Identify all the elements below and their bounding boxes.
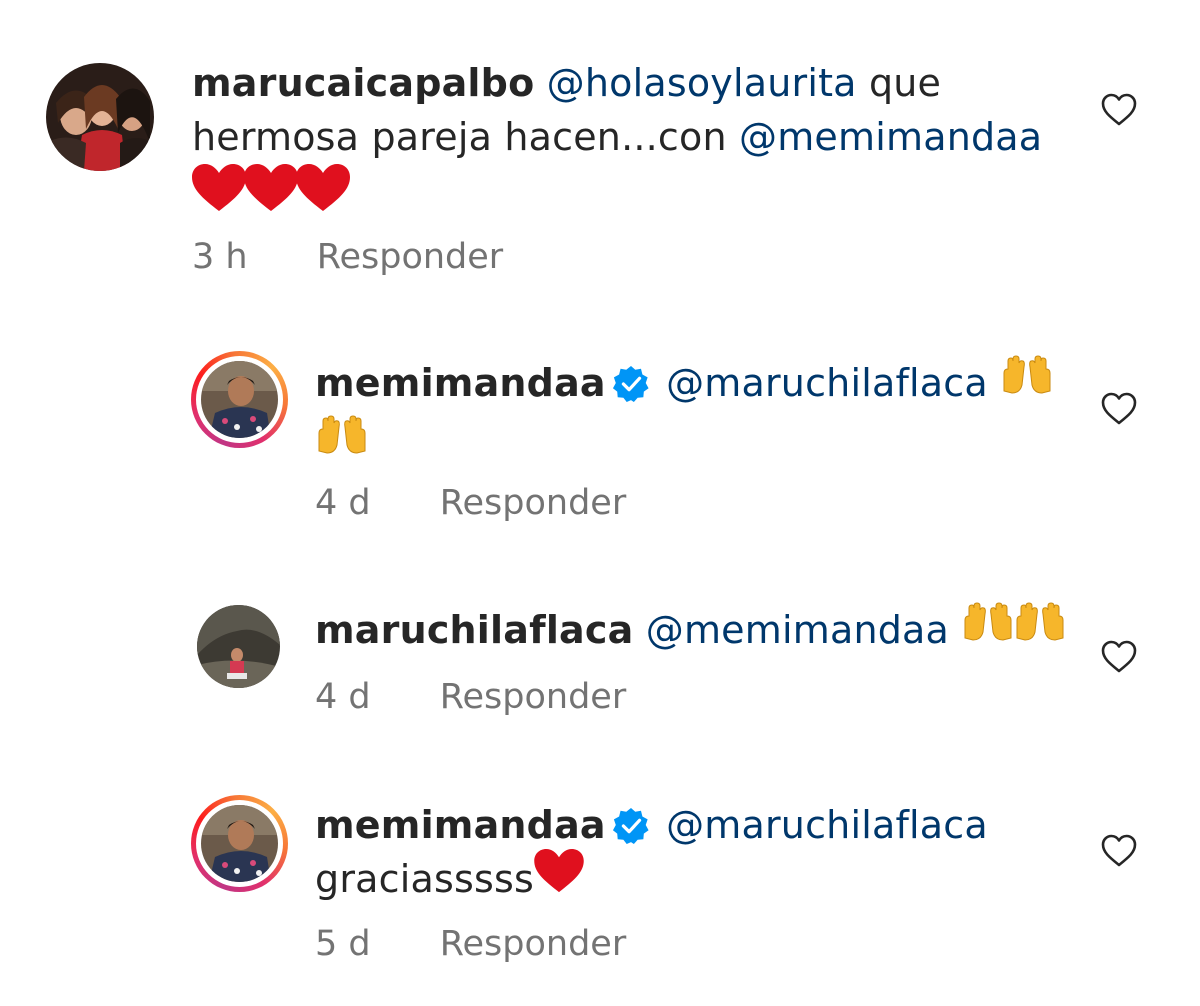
reply-button[interactable]: Responder [440,924,626,964]
verified-badge-icon [612,805,650,844]
timestamp: 3 h [192,237,248,277]
mention-link[interactable]: @holasoylaurita [547,61,857,105]
raised-hands-emoji [961,601,1065,656]
heart-emoji [192,164,352,228]
comment-meta: 3 h Responder [192,237,503,277]
mention-link[interactable]: @maruchilaflaca [666,803,988,847]
raised-hands-emoji [1000,354,1054,409]
timestamp: 5 d [315,924,371,964]
username[interactable]: memimandaa [315,361,606,405]
comment-text: maruchilaflaca @memimandaa [315,601,1075,660]
username[interactable]: maruchilaflaca [315,608,633,652]
heart-outline-icon[interactable] [1101,640,1137,674]
timestamp: 4 d [315,677,371,717]
reply-button[interactable]: Responder [317,237,503,277]
raised-hands-emoji [315,415,369,469]
heart-outline-icon[interactable] [1101,392,1137,426]
avatar[interactable] [191,795,288,892]
comment-body: hermosa pareja hacen...con [192,115,740,159]
comment-text: marucaicapalbo @holasoylaurita que hermo… [192,56,1072,228]
comment-text: memimandaa @maruchilaflaca graciasssss [315,798,1075,911]
avatar[interactable] [197,605,280,688]
heart-emoji [534,848,584,907]
reply-button[interactable]: Responder [440,483,626,523]
comment-text: memimandaa @maruchilaflaca [315,354,1075,469]
timestamp: 4 d [315,483,371,523]
avatar[interactable] [191,351,288,448]
comment-meta: 4 d Responder [315,483,626,523]
mention-link[interactable]: @memimandaa [646,608,949,652]
comment-body: que [856,61,942,105]
username[interactable]: memimandaa [315,803,606,847]
heart-outline-icon[interactable] [1101,834,1137,868]
mention-link[interactable]: @maruchilaflaca [666,361,988,405]
mention-link[interactable]: @memimandaa [739,115,1042,159]
heart-outline-icon[interactable] [1101,93,1137,127]
reply-button[interactable]: Responder [440,677,626,717]
comment-body: graciasssss [315,857,534,901]
username[interactable]: marucaicapalbo [192,61,534,105]
comment-meta: 5 d Responder [315,924,626,964]
avatar[interactable] [46,63,154,171]
comment-meta: 4 d Responder [315,677,626,717]
verified-badge-icon [612,363,650,402]
